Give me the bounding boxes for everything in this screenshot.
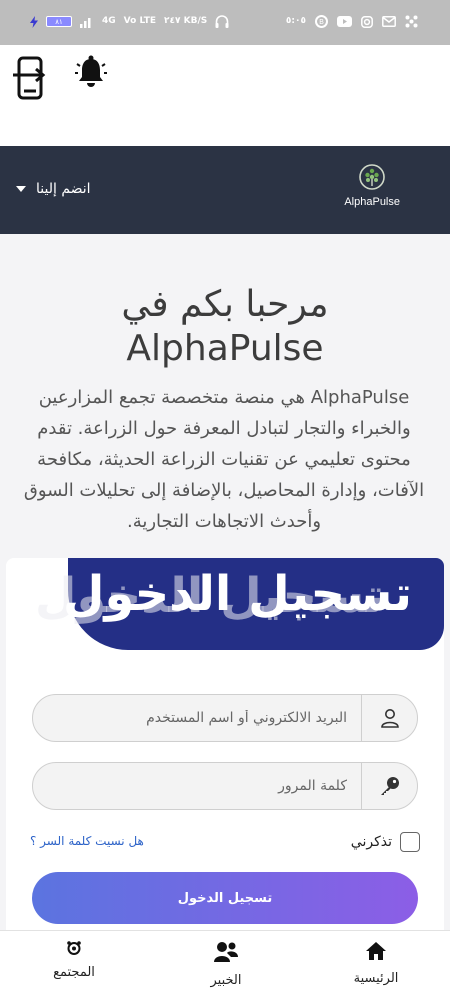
nav-home[interactable]: الرئيسية bbox=[326, 941, 426, 986]
nav-home-label: الرئيسية bbox=[353, 971, 399, 986]
b-badge-icon: B bbox=[315, 15, 328, 28]
key-icon bbox=[380, 777, 399, 795]
community-icon bbox=[67, 941, 81, 955]
home-icon bbox=[366, 942, 386, 960]
hero-title-line1: مرحبا بكم في bbox=[121, 284, 329, 325]
gmail-icon bbox=[382, 16, 396, 27]
network-type: 4G bbox=[102, 16, 116, 26]
email-field bbox=[32, 694, 418, 742]
login-banner: تسجيل الدخول bbox=[63, 558, 444, 650]
charging-icon bbox=[30, 15, 38, 28]
brand-name: AlphaPulse bbox=[344, 196, 400, 208]
password-field bbox=[32, 762, 418, 810]
key-icon-box bbox=[361, 763, 417, 809]
hero-title-line2: AlphaPulse bbox=[126, 328, 324, 369]
login-card: تسجيل الدخول تذكرني هل نسيت كلمة السر ؟ … bbox=[6, 558, 444, 938]
navbar: انضم إلينا AlphaPulse bbox=[0, 146, 450, 234]
youtube-icon bbox=[337, 16, 352, 27]
headphones-icon bbox=[215, 15, 229, 28]
join-dropdown[interactable]: انضم إلينا bbox=[16, 181, 91, 197]
expert-icon bbox=[214, 942, 238, 962]
remember-checkbox[interactable] bbox=[400, 832, 420, 852]
hero-description: AlphaPulse هي منصة متخصصة تجمع المزارعين… bbox=[23, 387, 425, 532]
join-label: انضم إلينا bbox=[36, 181, 91, 197]
user-icon-box bbox=[361, 695, 417, 741]
nav-community[interactable]: المجتمع bbox=[24, 941, 124, 980]
status-bar-left: ۸۱ 4G Vo LTE ۲٤٧ KB/S bbox=[30, 15, 229, 28]
brand-logo-icon bbox=[359, 164, 385, 190]
signal-icon bbox=[80, 17, 91, 28]
bottom-nav: الرئيسية الخبير المجتمع bbox=[0, 930, 450, 1000]
password-input[interactable] bbox=[41, 763, 361, 809]
nav-community-label: المجتمع bbox=[53, 965, 95, 980]
login-title: تسجيل الدخول bbox=[62, 566, 412, 622]
status-bar-right: ٥:٠٥ B bbox=[286, 15, 418, 28]
nav-expert[interactable]: الخبير bbox=[176, 941, 276, 988]
remember-me[interactable]: تذكرني bbox=[351, 832, 420, 852]
phone-arrow-icon[interactable] bbox=[12, 55, 50, 101]
email-input[interactable] bbox=[41, 695, 361, 741]
top-bar bbox=[0, 45, 450, 146]
nav-expert-label: الخبير bbox=[210, 973, 242, 988]
instagram-icon bbox=[361, 15, 373, 28]
bell-icon[interactable] bbox=[74, 53, 108, 93]
remember-label: تذكرني bbox=[350, 834, 392, 850]
login-button[interactable]: تسجيل الدخول bbox=[32, 872, 418, 924]
app-icon bbox=[405, 15, 418, 28]
data-speed: ۲٤٧ KB/S bbox=[163, 16, 208, 26]
status-bar: ۸۱ 4G Vo LTE ۲٤٧ KB/S ٥:٠٥ B bbox=[0, 0, 450, 45]
user-icon bbox=[380, 709, 399, 728]
forgot-password-link[interactable]: هل نسيت كلمة السر ؟ bbox=[30, 834, 144, 848]
battery-indicator: ۸۱ bbox=[46, 16, 72, 27]
caret-down-icon bbox=[16, 186, 26, 192]
volte-label: Vo LTE bbox=[123, 16, 156, 26]
clock: ٥:٠٥ bbox=[285, 16, 306, 26]
hero-title: مرحبا بكم في AlphaPulse bbox=[0, 283, 450, 371]
brand[interactable]: AlphaPulse bbox=[344, 164, 400, 208]
